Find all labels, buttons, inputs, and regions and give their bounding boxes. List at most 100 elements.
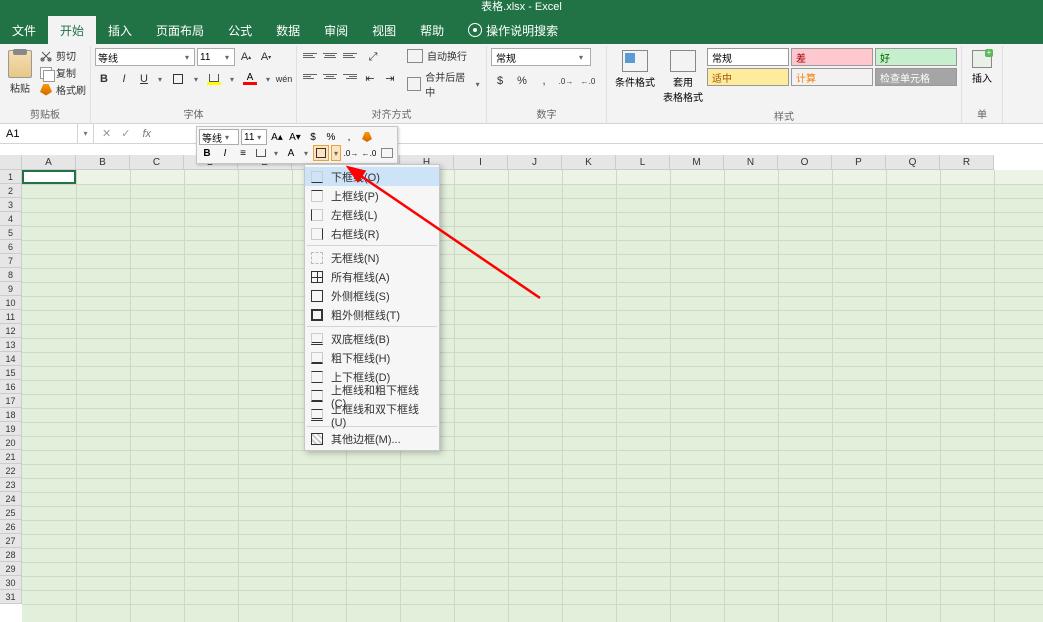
row-header-25[interactable]: 25 bbox=[0, 506, 22, 520]
tell-me-search[interactable]: 操作说明搜索 bbox=[456, 16, 570, 44]
row-header-30[interactable]: 30 bbox=[0, 576, 22, 590]
row-header-1[interactable]: 1 bbox=[0, 170, 22, 184]
spreadsheet-grid[interactable]: ABCDEFGHIJKLMNOPQR 123456789101112131415… bbox=[0, 155, 1043, 622]
row-header-14[interactable]: 14 bbox=[0, 352, 22, 366]
italic-button[interactable]: I bbox=[115, 70, 133, 88]
increase-decimal-button[interactable]: .0→ bbox=[557, 72, 575, 90]
bold-button[interactable]: B bbox=[95, 70, 113, 88]
cell-style-calculation[interactable]: 计算 bbox=[791, 68, 873, 86]
border-left-item[interactable]: 左框线(L) bbox=[305, 205, 439, 224]
fill-color-button[interactable] bbox=[203, 70, 225, 88]
border-more-item[interactable]: 其他边框(M)... bbox=[305, 429, 439, 448]
format-as-table-button[interactable]: 套用 表格格式 bbox=[659, 48, 707, 106]
row-header-27[interactable]: 27 bbox=[0, 534, 22, 548]
column-header-c[interactable]: C bbox=[130, 155, 184, 170]
row-header-17[interactable]: 17 bbox=[0, 394, 22, 408]
tab-home[interactable]: 开始 bbox=[48, 16, 96, 44]
row-header-2[interactable]: 2 bbox=[0, 184, 22, 198]
align-middle-button[interactable] bbox=[321, 48, 339, 62]
mini-decrease-decimal[interactable]: ←.0 bbox=[361, 145, 377, 161]
borders-button[interactable] bbox=[167, 70, 189, 88]
row-header-18[interactable]: 18 bbox=[0, 408, 22, 422]
row-header-13[interactable]: 13 bbox=[0, 338, 22, 352]
border-none-item[interactable]: 无框线(N) bbox=[305, 248, 439, 267]
row-header-21[interactable]: 21 bbox=[0, 450, 22, 464]
cell-style-bad[interactable]: 差 bbox=[791, 48, 873, 66]
merge-center-button[interactable]: 合并后居中 ▾ bbox=[407, 69, 482, 99]
row-header-15[interactable]: 15 bbox=[0, 366, 22, 380]
font-name-combo[interactable]: 等线 ▾ bbox=[95, 48, 195, 66]
border-bottom-item[interactable]: 下框线(O) bbox=[305, 167, 439, 186]
column-header-n[interactable]: N bbox=[724, 155, 778, 170]
cell-style-good[interactable]: 好 bbox=[875, 48, 957, 66]
border-top-item[interactable]: 上框线(P) bbox=[305, 186, 439, 205]
border-thick-bottom-item[interactable]: 粗下框线(H) bbox=[305, 348, 439, 367]
mini-accounting[interactable]: $ bbox=[305, 129, 321, 145]
row-header-10[interactable]: 10 bbox=[0, 296, 22, 310]
insert-cells-button[interactable]: 插入 bbox=[966, 48, 998, 87]
comma-button[interactable]: , bbox=[535, 72, 553, 90]
tab-formulas[interactable]: 公式 bbox=[216, 16, 264, 44]
row-header-6[interactable]: 6 bbox=[0, 240, 22, 254]
border-double-bottom-item[interactable]: 双底框线(B) bbox=[305, 329, 439, 348]
tab-view[interactable]: 视图 bbox=[360, 16, 408, 44]
mini-bold[interactable]: B bbox=[199, 145, 215, 161]
align-bottom-button[interactable] bbox=[341, 48, 359, 62]
percent-button[interactable]: % bbox=[513, 72, 531, 90]
column-header-o[interactable]: O bbox=[778, 155, 832, 170]
row-header-26[interactable]: 26 bbox=[0, 520, 22, 534]
column-header-q[interactable]: Q bbox=[886, 155, 940, 170]
wrap-text-button[interactable]: 自动换行 bbox=[407, 48, 482, 63]
border-top-double-bottom-item[interactable]: 上框线和双下框线(U) bbox=[305, 405, 439, 424]
cells-area[interactable] bbox=[22, 170, 1043, 622]
conditional-formatting-button[interactable]: 条件格式 bbox=[611, 48, 659, 91]
tab-page-layout[interactable]: 页面布局 bbox=[144, 16, 216, 44]
row-header-11[interactable]: 11 bbox=[0, 310, 22, 324]
tab-review[interactable]: 审阅 bbox=[312, 16, 360, 44]
decrease-font-button[interactable]: A▾ bbox=[257, 48, 275, 66]
mini-percent[interactable]: % bbox=[323, 129, 339, 145]
align-center-button[interactable] bbox=[321, 69, 339, 83]
column-header-b[interactable]: B bbox=[76, 155, 130, 170]
row-header-3[interactable]: 3 bbox=[0, 198, 22, 212]
name-box[interactable]: A1 bbox=[0, 124, 78, 143]
cell-style-check[interactable]: 检查单元格 bbox=[875, 68, 957, 86]
mini-italic[interactable]: I bbox=[217, 145, 233, 161]
row-header-4[interactable]: 4 bbox=[0, 212, 22, 226]
decrease-decimal-button[interactable]: ←.0 bbox=[579, 72, 597, 90]
mini-borders-button[interactable] bbox=[313, 145, 329, 161]
row-header-28[interactable]: 28 bbox=[0, 548, 22, 562]
mini-decrease-font[interactable]: A▾ bbox=[287, 129, 303, 145]
row-header-5[interactable]: 5 bbox=[0, 226, 22, 240]
tab-data[interactable]: 数据 bbox=[264, 16, 312, 44]
tab-insert[interactable]: 插入 bbox=[96, 16, 144, 44]
mini-fill-color[interactable] bbox=[253, 145, 269, 161]
cell-style-neutral[interactable]: 适中 bbox=[707, 68, 789, 86]
row-header-19[interactable]: 19 bbox=[0, 422, 22, 436]
row-header-7[interactable]: 7 bbox=[0, 254, 22, 268]
increase-font-button[interactable]: A▴ bbox=[237, 48, 255, 66]
border-all-item[interactable]: 所有框线(A) bbox=[305, 267, 439, 286]
orientation-button[interactable]: ⤢ bbox=[361, 48, 385, 66]
chevron-down-icon[interactable]: ▾ bbox=[191, 75, 201, 84]
mini-borders-dropdown[interactable]: ▾ bbox=[331, 145, 341, 161]
column-header-k[interactable]: K bbox=[562, 155, 616, 170]
paste-button[interactable]: 粘贴 bbox=[4, 48, 36, 97]
row-header-9[interactable]: 9 bbox=[0, 282, 22, 296]
row-header-23[interactable]: 23 bbox=[0, 478, 22, 492]
column-header-m[interactable]: M bbox=[670, 155, 724, 170]
column-header-j[interactable]: J bbox=[508, 155, 562, 170]
row-header-24[interactable]: 24 bbox=[0, 492, 22, 506]
row-header-12[interactable]: 12 bbox=[0, 324, 22, 338]
cell-style-normal[interactable]: 常规 bbox=[707, 48, 789, 66]
cancel-formula-button[interactable]: ✕ bbox=[102, 127, 111, 140]
align-top-button[interactable] bbox=[301, 48, 319, 62]
row-header-16[interactable]: 16 bbox=[0, 380, 22, 394]
font-color-button[interactable]: A bbox=[239, 70, 261, 88]
column-header-r[interactable]: R bbox=[940, 155, 994, 170]
mini-merge[interactable] bbox=[379, 145, 395, 161]
row-header-20[interactable]: 20 bbox=[0, 436, 22, 450]
active-cell-a1[interactable] bbox=[22, 170, 76, 184]
row-header-8[interactable]: 8 bbox=[0, 268, 22, 282]
fx-icon[interactable]: fx bbox=[142, 128, 151, 140]
